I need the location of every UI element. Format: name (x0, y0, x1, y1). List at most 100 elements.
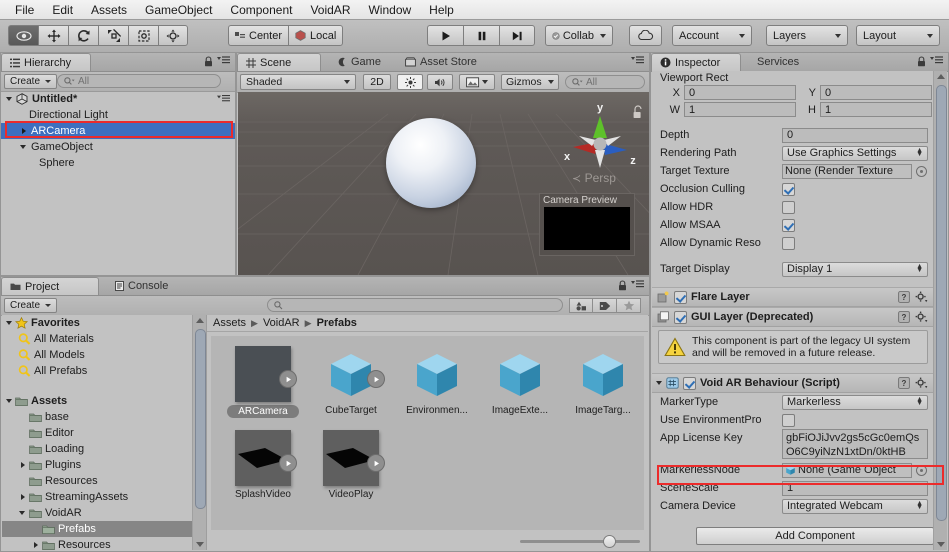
object-picker-icon[interactable] (916, 166, 927, 177)
chevron-right-icon[interactable] (31, 540, 41, 550)
step-button[interactable] (499, 25, 535, 46)
markerless-node-objectfield[interactable]: None (Game Object (782, 463, 912, 478)
tab-game[interactable]: Game (329, 53, 393, 71)
hierarchy-create-button[interactable]: Create (4, 74, 57, 89)
help-icon[interactable]: ? (898, 377, 910, 389)
depth-input[interactable]: 0 (782, 128, 928, 143)
asset-item-arcamera[interactable]: ARCamera (227, 346, 299, 418)
sphere-object[interactable] (386, 118, 476, 208)
project-tree-voidar-resources[interactable]: Resources (2, 537, 206, 550)
add-component-button[interactable]: Add Component (696, 527, 934, 545)
rotate-tool-button[interactable] (68, 25, 98, 46)
collab-button[interactable]: Collab (545, 25, 613, 46)
help-icon[interactable]: ? (898, 291, 910, 303)
hierarchy-search-input[interactable]: All (57, 74, 221, 88)
marker-type-dropdown[interactable]: Markerless ▲▼ (782, 395, 928, 410)
lock-icon[interactable] (917, 56, 926, 67)
scene-scale-input[interactable]: 1 (782, 481, 928, 496)
lock-icon[interactable] (204, 56, 213, 67)
scene-2d-toggle[interactable]: 2D (363, 74, 391, 90)
asset-item-splashvideo[interactable]: SplashVideo (227, 430, 299, 500)
play-button[interactable] (427, 25, 463, 46)
help-icon[interactable]: ? (898, 311, 910, 323)
menu-item-file[interactable]: File (6, 2, 43, 18)
component-header-gui-layer[interactable]: GUI Layer (Deprecated) ? (652, 307, 934, 327)
transform-tool-button[interactable] (158, 25, 188, 46)
scroll-down-arrow-icon[interactable] (196, 542, 204, 547)
project-create-button[interactable]: Create (4, 298, 57, 313)
scene-gizmos-dropdown[interactable]: Gizmos (501, 74, 559, 90)
hierarchy-scene-root[interactable]: Untitled* (1, 91, 235, 107)
scene-panel-menu-icon[interactable] (631, 55, 644, 65)
component-header-void-ar-behaviour[interactable]: Void AR Behaviour (Script) ? (652, 373, 934, 393)
allow-dynamic-resolution-checkbox[interactable] (782, 237, 795, 250)
menu-item-edit[interactable]: Edit (43, 2, 82, 18)
menu-item-component[interactable]: Component (221, 2, 301, 18)
scene-effects-toggle[interactable] (459, 74, 495, 90)
lock-icon[interactable] (618, 280, 627, 291)
scene-persp-label[interactable]: ≺ Persp (572, 171, 616, 185)
filter-by-label-button[interactable] (593, 298, 617, 313)
menu-item-assets[interactable]: Assets (82, 2, 136, 18)
asset-zoom-slider[interactable] (520, 535, 640, 547)
project-tree-plugins[interactable]: Plugins (2, 457, 206, 473)
breadcrumb-assets[interactable]: Assets (213, 317, 246, 329)
pivot-mode-button[interactable]: Center (228, 25, 288, 46)
project-tree-prefabs[interactable]: Prefabs (2, 521, 206, 537)
project-tree-scrollbar[interactable] (192, 315, 206, 550)
scroll-up-arrow-icon[interactable] (937, 74, 945, 79)
asset-zoom-knob[interactable] (603, 535, 616, 548)
asset-grid[interactable]: ARCamera CubeTarget Environmen. (211, 336, 644, 530)
target-texture-objectfield[interactable]: None (Render Texture (782, 164, 912, 179)
chevron-down-icon[interactable] (18, 508, 28, 518)
project-tree-loading[interactable]: Loading (2, 441, 206, 457)
hierarchy-item-sphere[interactable]: Sphere (1, 155, 235, 171)
asset-zoom-track[interactable] (520, 540, 640, 543)
object-picker-icon[interactable] (916, 465, 927, 476)
project-tree-voidar[interactable]: VoidAR (2, 505, 206, 521)
asset-item-videoplay[interactable]: VideoPlay (315, 430, 387, 500)
void-ar-enable-checkbox[interactable] (683, 377, 696, 390)
project-tree-all-models[interactable]: All Models (2, 347, 206, 363)
scene-view-axis-gizmo[interactable]: y x z (555, 98, 645, 180)
asset-item-imageextend[interactable]: ImageExte... (484, 346, 556, 416)
chevron-right-icon[interactable] (19, 126, 29, 136)
occlusion-culling-checkbox[interactable] (782, 183, 795, 196)
tab-services[interactable]: Services (749, 53, 817, 71)
gui-layer-enable-checkbox[interactable] (674, 311, 687, 324)
viewport-w-input[interactable]: 1 (684, 102, 796, 117)
favorite-button[interactable] (617, 298, 641, 313)
camera-device-dropdown[interactable]: Integrated Webcam ▲▼ (782, 499, 928, 514)
tab-scene[interactable]: Scene (237, 53, 321, 71)
layout-button[interactable]: Layout (856, 25, 940, 46)
project-tree-scroll-thumb[interactable] (195, 329, 206, 509)
asset-item-environment[interactable]: Environmen... (401, 346, 473, 416)
hierarchy-item-directional-light[interactable]: Directional Light (1, 107, 235, 123)
scene-audio-toggle[interactable] (427, 74, 453, 90)
chevron-down-icon[interactable] (5, 318, 15, 328)
tab-inspector[interactable]: Inspector (651, 53, 741, 71)
rendering-path-dropdown[interactable]: Use Graphics Settings ▲▼ (782, 146, 928, 161)
menu-item-voidar[interactable]: VoidAR (301, 2, 359, 18)
scene-lighting-toggle[interactable] (397, 74, 423, 90)
project-tree-assets[interactable]: Assets (2, 393, 206, 409)
scene-search-input[interactable]: All (565, 75, 645, 89)
project-tree-base[interactable]: base (2, 409, 206, 425)
project-panel-menu-icon[interactable] (631, 279, 644, 289)
breadcrumb-prefabs[interactable]: Prefabs (317, 317, 357, 329)
chevron-down-icon[interactable] (19, 142, 29, 152)
viewport-h-input[interactable]: 1 (820, 102, 932, 117)
project-tree-all-materials[interactable]: All Materials (2, 331, 206, 347)
scroll-up-arrow-icon[interactable] (196, 318, 204, 323)
chevron-down-icon[interactable] (5, 94, 15, 104)
project-tree-streamingassets[interactable]: StreamingAssets (2, 489, 206, 505)
project-tree-favorites[interactable]: Favorites (2, 315, 206, 331)
project-tree-all-prefabs[interactable]: All Prefabs (2, 363, 206, 379)
move-tool-button[interactable] (38, 25, 68, 46)
menu-item-window[interactable]: Window (359, 2, 420, 18)
allow-msaa-checkbox[interactable] (782, 219, 795, 232)
filter-by-type-button[interactable] (569, 298, 593, 313)
inspector-scrollbar[interactable] (933, 71, 947, 550)
asset-item-cubetarget[interactable]: CubeTarget (315, 346, 387, 416)
cloud-button[interactable] (629, 25, 662, 46)
